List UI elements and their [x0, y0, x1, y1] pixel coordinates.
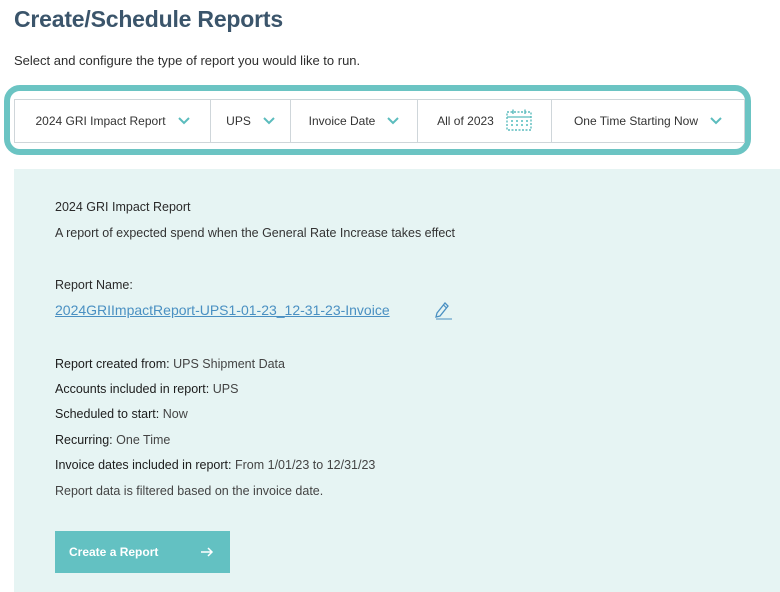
page-title: Create/Schedule Reports — [14, 6, 283, 32]
invoice-dates-row: Invoice dates included in report: From 1… — [55, 458, 375, 472]
date-type-dropdown[interactable]: Invoice Date — [291, 100, 418, 142]
report-name-label: Report Name: — [55, 278, 133, 292]
scheduled-row: Scheduled to start: Now — [55, 407, 188, 421]
date-type-value: Invoice Date — [308, 114, 376, 128]
scheduled-value: Now — [162, 407, 188, 421]
chevron-down-icon — [263, 117, 275, 125]
report-filter-bar: 2024 GRI Impact Report UPS Invoice Date … — [14, 99, 745, 143]
carrier-dropdown[interactable]: UPS — [211, 100, 291, 142]
page-subtitle: Select and configure the type of report … — [14, 53, 361, 68]
filter-note: Report data is filtered based on the inv… — [55, 484, 324, 498]
recurring-value: One Time — [116, 433, 171, 447]
date-range-picker[interactable]: All of 2023 — [418, 100, 552, 142]
report-type-value: 2024 GRI Impact Report — [35, 114, 166, 128]
create-report-button[interactable]: Create a Report — [55, 531, 230, 573]
schedule-dropdown[interactable]: One Time Starting Now — [552, 100, 744, 142]
chevron-down-icon — [177, 117, 190, 125]
chevron-down-icon — [387, 117, 400, 125]
report-type-dropdown[interactable]: 2024 GRI Impact Report — [15, 100, 211, 142]
scheduled-label: Scheduled to start: — [55, 407, 160, 421]
chevron-down-icon — [710, 117, 722, 125]
pencil-icon[interactable] — [433, 301, 453, 326]
recurring-label: Recurring: — [55, 433, 113, 447]
recurring-row: Recurring: One Time — [55, 433, 170, 447]
accounts-value: UPS — [212, 382, 239, 396]
accounts-row: Accounts included in report: UPS — [55, 382, 238, 396]
invoice-dates-value: From 1/01/23 to 12/31/23 — [234, 458, 376, 472]
calendar-icon — [506, 109, 532, 134]
created-from-row: Report created from: UPS Shipment Data — [55, 357, 285, 371]
date-range-value: All of 2023 — [437, 114, 494, 128]
create-report-label: Create a Report — [69, 545, 159, 559]
created-from-value: UPS Shipment Data — [173, 357, 285, 371]
invoice-dates-label: Invoice dates included in report: — [55, 458, 232, 472]
schedule-value: One Time Starting Now — [573, 114, 699, 128]
arrow-right-icon — [200, 546, 214, 558]
report-title: 2024 GRI Impact Report — [55, 200, 191, 214]
report-description: A report of expected spend when the Gene… — [55, 226, 456, 240]
report-name-link[interactable]: 2024GRIImpactReport-UPS1-01-23_12-31-23-… — [55, 302, 390, 318]
accounts-label: Accounts included in report: — [55, 382, 210, 396]
created-from-label: Report created from: — [55, 357, 170, 371]
carrier-value: UPS — [226, 114, 251, 128]
